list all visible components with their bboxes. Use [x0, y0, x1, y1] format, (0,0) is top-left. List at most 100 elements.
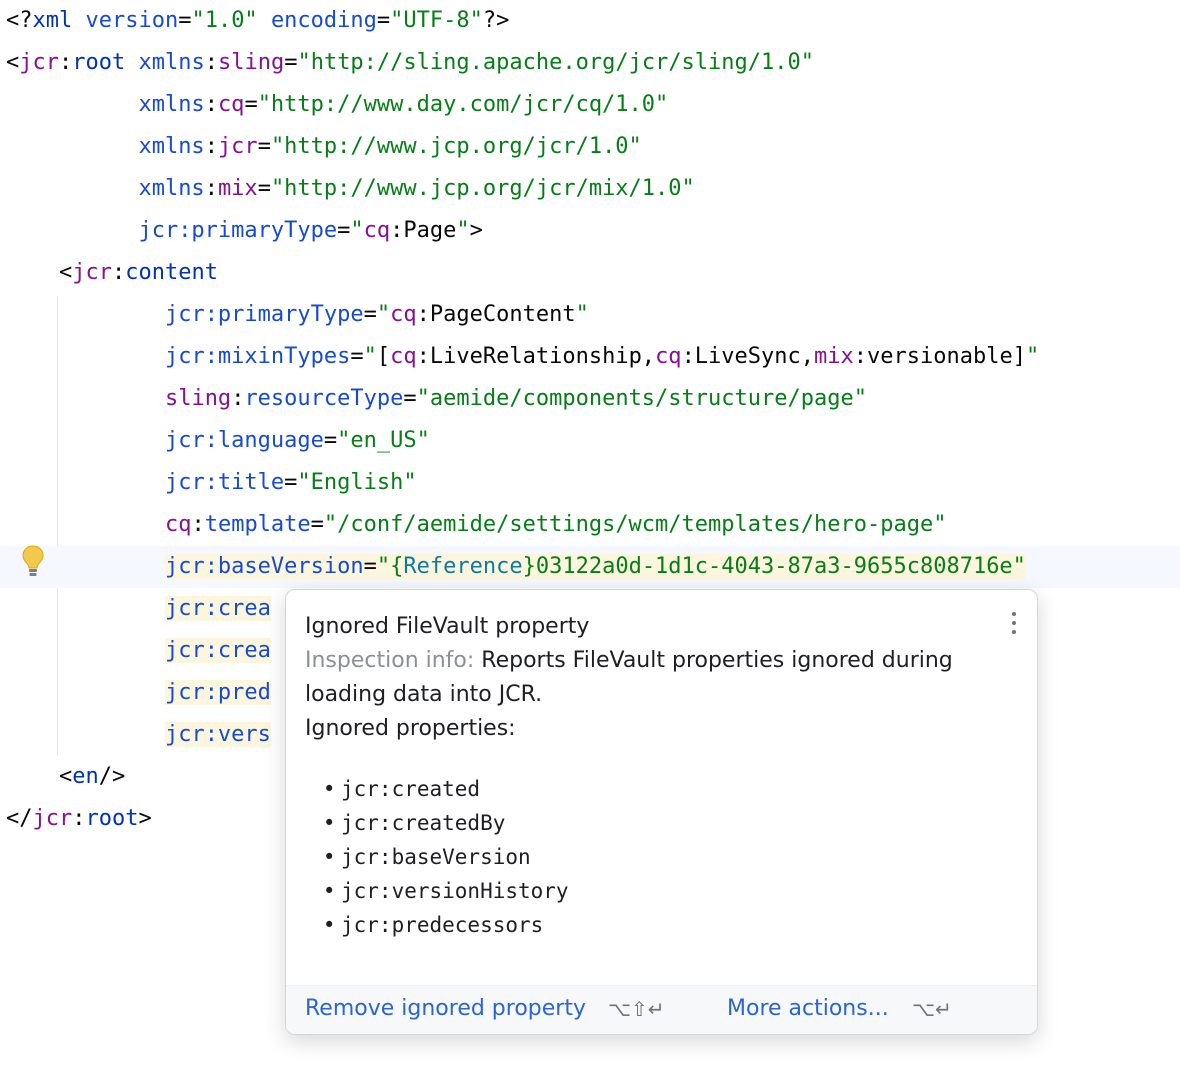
code-token: : — [111, 260, 126, 285]
list-item: • jcr:created — [323, 772, 569, 806]
bullet-icon: • — [323, 913, 336, 937]
code-token: " — [350, 218, 364, 243]
code-token: xmlns — [138, 50, 205, 75]
more-vertical-icon[interactable] — [1005, 608, 1023, 638]
code-token: template — [204, 512, 311, 537]
code-token: /> — [98, 764, 126, 789]
list-item: • jcr:baseVersion — [323, 840, 569, 874]
remove-ignored-property-link[interactable]: Remove ignored property — [305, 986, 586, 1032]
code-token: = — [257, 134, 271, 159]
code-token: Reference — [403, 554, 523, 579]
code-token: < — [6, 50, 20, 75]
code-line[interactable]: jcr:mixinTypes="[cq:LiveRelationship,cq:… — [0, 336, 1180, 378]
code-token: jcr:primaryType — [138, 218, 338, 243]
bullet-icon: • — [323, 845, 336, 869]
code-token: "aemide/components/structure/page" — [416, 386, 867, 411]
code-line[interactable]: jcr:primaryType="cq:Page"> — [0, 210, 1180, 252]
code-token: cq — [363, 218, 391, 243]
code-token: : — [231, 386, 245, 411]
inspection-popup: Ignored FileVault property Inspection in… — [285, 589, 1038, 1035]
popup-title: Ignored FileVault property — [305, 614, 590, 639]
ignored-properties-list: • jcr:created • jcr:createdBy • jcr:baseVer… — [323, 772, 569, 942]
code-token: :PageContent — [416, 302, 576, 327]
code-token: "http://www.jcp.org/jcr/1.0" — [270, 134, 642, 159]
bullet-icon: • — [323, 811, 336, 835]
code-token: " — [376, 302, 391, 327]
code-line[interactable]: xmlns:mix="http://www.jcp.org/jcr/mix/1.… — [0, 168, 1180, 210]
code-token: :LiveRelationship, — [416, 344, 656, 369]
code-token: ?> — [482, 8, 510, 33]
code-token: }03122a0d-1d1c-4043-87a3-9655c808716e" — [522, 554, 1026, 579]
code-token: jcr:pred — [164, 680, 271, 705]
code-token: jcr — [217, 134, 258, 159]
code-token: : — [204, 92, 218, 117]
code-line[interactable]: <jcr:root xmlns:sling="http://sling.apac… — [0, 42, 1180, 84]
code-token: jcr:baseVersion — [164, 554, 364, 579]
code-line[interactable]: <jcr:content — [0, 252, 1180, 294]
code-token: xml — [32, 8, 86, 33]
code-token: "/conf/aemide/settings/wcm/templates/her… — [323, 512, 947, 537]
code-token: "http://sling.apache.org/jcr/sling/1.0" — [297, 50, 815, 75]
code-token: > — [138, 806, 152, 831]
code-token: " — [363, 344, 377, 369]
code-token: content — [125, 260, 218, 285]
code-token: mix — [814, 344, 854, 369]
code-token: < — [6, 764, 73, 789]
code-token: cq — [217, 92, 245, 117]
code-token: = — [363, 302, 377, 327]
code-token: root — [72, 50, 139, 75]
code-line[interactable]: xmlns:cq="http://www.day.com/jcr/cq/1.0" — [0, 84, 1180, 126]
code-token: sling — [164, 386, 232, 411]
code-token: "http://www.day.com/jcr/cq/1.0" — [257, 92, 669, 117]
code-line[interactable]: jcr:baseVersion="{Reference}03122a0d-1d1… — [0, 546, 1180, 588]
code-token: = — [178, 8, 192, 33]
code-line[interactable]: sling:resourceType="aemide/components/st… — [0, 378, 1180, 420]
code-token: jcr:crea — [164, 638, 271, 663]
code-token: version — [85, 8, 179, 33]
code-token: " — [1025, 344, 1040, 369]
code-token: = — [310, 512, 324, 537]
code-line[interactable]: jcr:language="en_US" — [0, 420, 1180, 462]
code-token: jcr:crea — [164, 596, 271, 621]
code-token: xmlns — [138, 176, 205, 201]
code-token: " — [575, 302, 589, 327]
code-token: : — [72, 806, 86, 831]
code-line[interactable]: jcr:title="English" — [0, 462, 1180, 504]
code-token: "UTF-8" — [390, 8, 483, 33]
code-token: xmlns — [138, 92, 205, 117]
inspection-info-label: Inspection info: — [305, 648, 475, 673]
ignored-properties-heading: Ignored properties: — [305, 716, 516, 741]
code-token: = — [284, 470, 298, 495]
code-line[interactable]: xmlns:jcr="http://www.jcp.org/jcr/1.0" — [0, 126, 1180, 168]
list-item: • jcr:predecessors — [323, 908, 569, 942]
bullet-icon: • — [323, 777, 336, 801]
code-token: = — [376, 8, 391, 33]
code-token: : — [59, 50, 73, 75]
code-token: "{ — [376, 554, 404, 579]
code-line[interactable]: cq:template="/conf/aemide/settings/wcm/t… — [0, 504, 1180, 546]
code-token: cq — [655, 344, 682, 369]
code-token: > — [469, 218, 483, 243]
code-token: jcr:title — [164, 470, 285, 495]
code-token: xmlns — [138, 134, 205, 159]
more-actions-link[interactable]: More actions... — [727, 986, 889, 1032]
code-token: = — [350, 344, 364, 369]
lightbulb-icon[interactable] — [20, 544, 46, 580]
bullet-icon: • — [323, 879, 336, 903]
code-token: = — [323, 428, 338, 453]
code-token: = — [244, 92, 258, 117]
popup-footer: Remove ignored property ⌥⇧↵ More actions… — [286, 985, 1037, 1034]
code-line[interactable]: jcr:primaryType="cq:PageContent" — [0, 294, 1180, 336]
code-token: jcr:vers — [164, 722, 271, 747]
code-token: = — [403, 386, 417, 411]
code-line[interactable]: <?xml version="1.0" encoding="UTF-8"?> — [0, 0, 1180, 42]
code-token: = — [257, 176, 271, 201]
code-token: :Page — [390, 218, 457, 243]
